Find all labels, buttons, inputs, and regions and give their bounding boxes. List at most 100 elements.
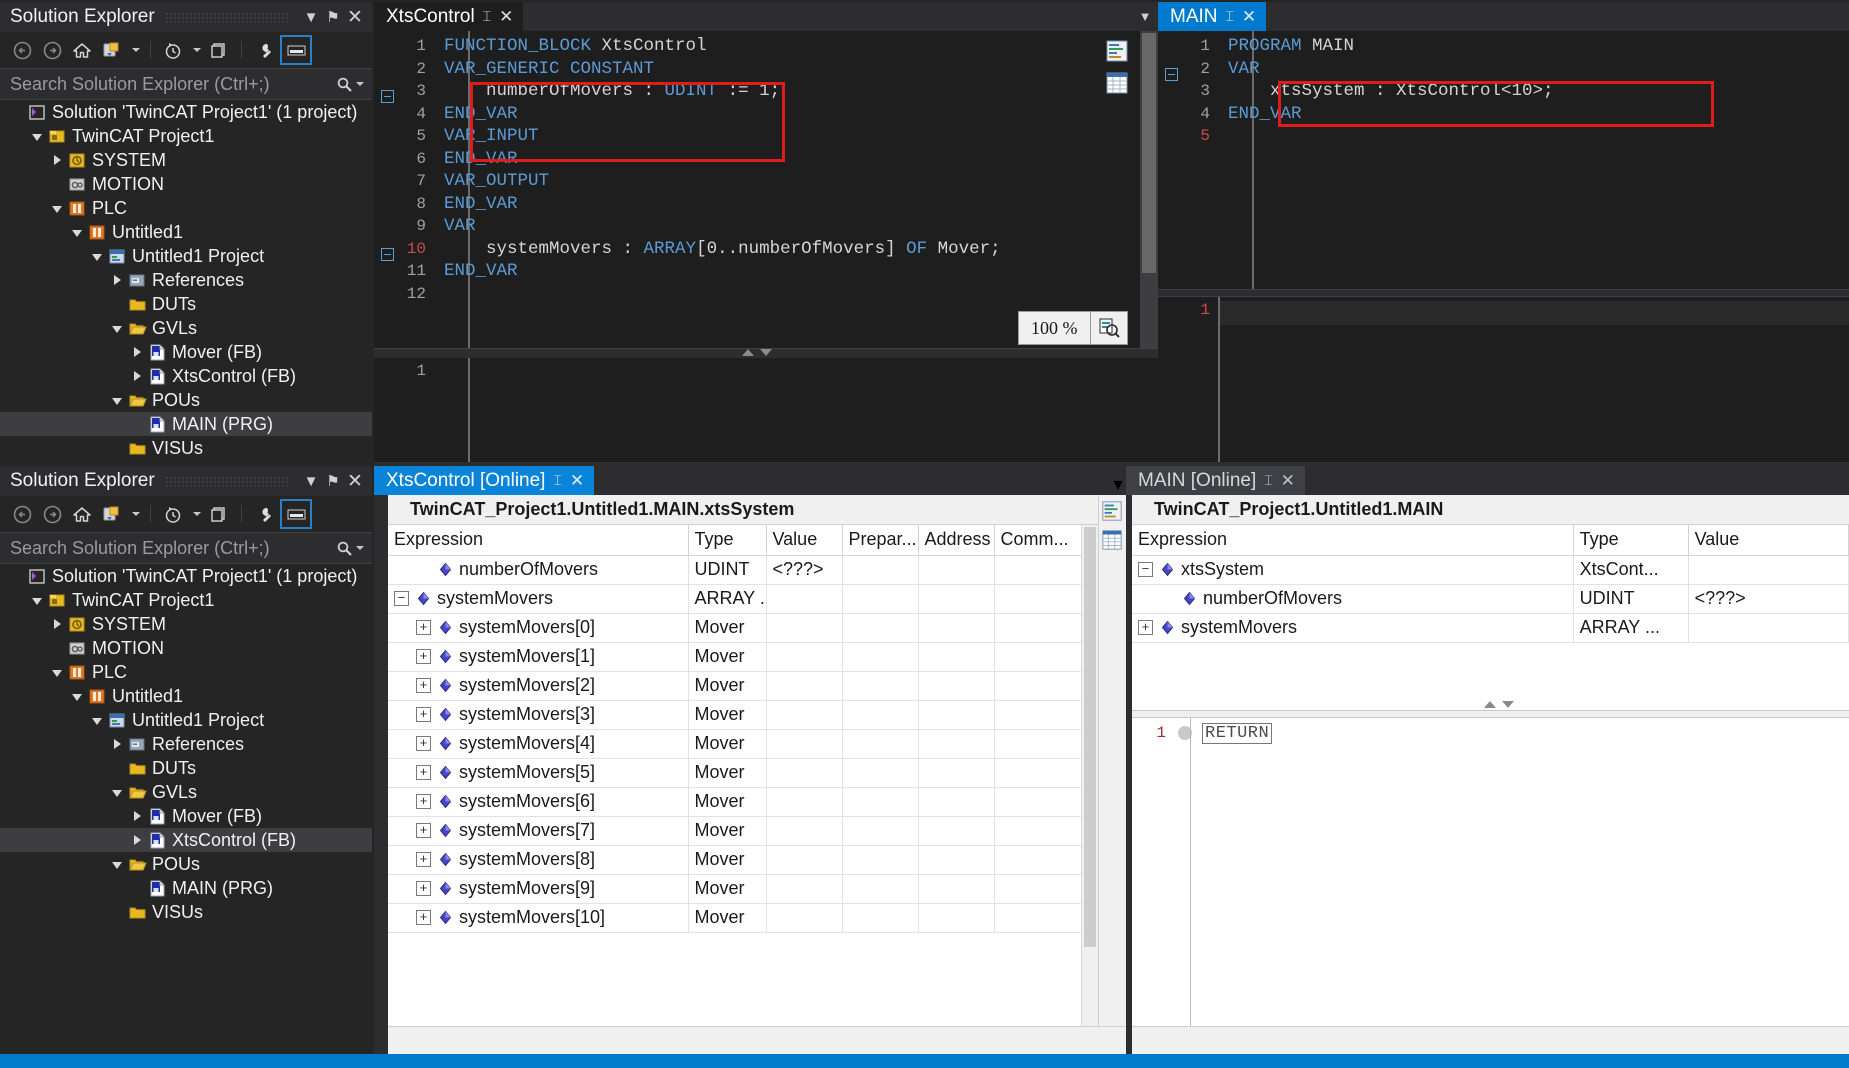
pending-changes-filter-icon[interactable] (159, 501, 187, 527)
code-line[interactable]: 5 VAR_INPUT (374, 125, 1158, 148)
expand-plus-icon[interactable]: + (1138, 620, 1153, 635)
type-cell[interactable]: Mover (688, 613, 767, 643)
preview-selected-items-icon[interactable] (280, 499, 312, 529)
tree-expander-collapsed-icon[interactable] (48, 155, 66, 165)
show-all-files-icon[interactable] (205, 37, 233, 63)
expression-cell[interactable]: + systemMovers[5] (388, 758, 689, 788)
code-line[interactable]: 1 PROGRAM MAIN (1158, 35, 1849, 58)
expression-cell[interactable]: + systemMovers[10] (388, 903, 689, 933)
search-dropdown-caret-icon[interactable] (356, 82, 364, 86)
tree-item-motion[interactable]: MOTION (0, 172, 372, 196)
comment-cell[interactable] (994, 903, 1082, 933)
splitter-resize-arrows[interactable] (742, 349, 772, 356)
tree-item-solution-twincat-project1-1-project[interactable]: Solution 'TwinCAT Project1' (1 project) (0, 100, 372, 124)
main-code-lines[interactable]: 1 PROGRAM MAIN 2 VAR 3 xtsSystem : XtsContro… (1158, 31, 1849, 289)
xtscontrol-code-area[interactable]: 1 FUNCTION_BLOCK XtsControl 2 VAR_GENERIC C… (374, 31, 1158, 348)
column-header[interactable]: Type (1573, 525, 1689, 556)
tree-item-twincat-project1[interactable]: TwinCAT Project1 (0, 588, 372, 612)
table-row[interactable]: + systemMovers[6] Mover (388, 787, 1082, 817)
expand-plus-icon[interactable]: + (416, 823, 431, 838)
code-line[interactable]: 3 numberOfMovers : UDINT := 1; (374, 80, 1158, 103)
solution-tree-bottom[interactable]: Solution 'TwinCAT Project1' (1 project) T… (0, 564, 372, 1058)
type-cell[interactable]: XtsCont... (1573, 555, 1689, 585)
main-online-return-line[interactable]: 1 RETURN (1132, 718, 1849, 748)
expression-cell[interactable]: + systemMovers[1] (388, 642, 689, 672)
main-implementation-pane[interactable]: 1 (1158, 297, 1849, 462)
back-arrow-icon[interactable] (8, 501, 36, 527)
expression-cell[interactable]: numberOfMovers (1132, 584, 1574, 614)
value-cell[interactable]: <???> (766, 555, 843, 585)
expand-plus-icon[interactable]: + (416, 707, 431, 722)
type-cell[interactable]: Mover (688, 787, 767, 817)
tab-main-online[interactable]: MAIN [Online] ⌶ ✕ (1126, 466, 1305, 495)
code-outline-icon[interactable] (1102, 37, 1132, 65)
value-cell[interactable] (766, 613, 843, 643)
splitter-down-arrow-icon[interactable] (1502, 701, 1514, 708)
expression-cell[interactable]: − systemMovers (388, 584, 689, 614)
tree-item-gvls[interactable]: GVLs (0, 316, 372, 340)
tree-expander-expanded-icon[interactable] (28, 595, 46, 605)
value-cell[interactable] (1688, 555, 1849, 585)
tree-expander-expanded-icon[interactable] (108, 787, 126, 797)
zoom-level-value[interactable]: 100 % (1019, 312, 1091, 344)
online-table-view-icon[interactable] (1099, 527, 1125, 553)
address-cell[interactable] (918, 903, 995, 933)
value-cell[interactable] (766, 584, 843, 614)
expand-plus-icon[interactable]: + (416, 736, 431, 751)
tab-close-icon[interactable]: ✕ (499, 7, 513, 27)
type-cell[interactable]: Mover (688, 758, 767, 788)
tree-item-main-prg[interactable]: MAIN (PRG) (0, 876, 372, 900)
tree-expander-collapsed-icon[interactable] (128, 347, 146, 357)
type-cell[interactable]: Mover (688, 903, 767, 933)
search-input[interactable] (10, 73, 333, 95)
tree-item-visus[interactable]: VISUs (0, 900, 372, 924)
tree-item-untitled1-project[interactable]: Untitled1 Project (0, 708, 372, 732)
prepared-cell[interactable] (842, 700, 919, 730)
tabstrip-overflow-caret-icon[interactable]: ▼ (1132, 2, 1158, 31)
tab-main[interactable]: MAIN ⌶ ✕ (1158, 2, 1267, 31)
sync-dropdown-caret-icon[interactable] (128, 37, 142, 63)
tree-item-system[interactable]: SYSTEM (0, 148, 372, 172)
tree-expander-expanded-icon[interactable] (28, 131, 46, 141)
tree-item-mover-fb[interactable]: Mover (FB) (0, 340, 372, 364)
main-code-area[interactable]: 1 PROGRAM MAIN 2 VAR 3 xtsSystem : XtsContro… (1158, 31, 1849, 289)
prepared-cell[interactable] (842, 758, 919, 788)
table-row[interactable]: + systemMovers[10] Mover (388, 903, 1082, 933)
code-line[interactable]: 9 VAR (374, 215, 1158, 238)
value-cell[interactable] (766, 845, 843, 875)
value-cell[interactable] (766, 816, 843, 846)
column-header[interactable]: Expression (388, 525, 689, 556)
tree-item-main-prg[interactable]: MAIN (PRG) (0, 412, 372, 436)
address-cell[interactable] (918, 555, 995, 585)
value-cell[interactable] (766, 903, 843, 933)
tree-expander-expanded-icon[interactable] (108, 859, 126, 869)
code-table-view-icon[interactable] (1102, 69, 1132, 97)
value-cell[interactable] (766, 700, 843, 730)
tab-close-icon[interactable]: ✕ (1281, 471, 1295, 491)
type-cell[interactable]: Mover (688, 816, 767, 846)
solution-explorer-bottom-search[interactable] (0, 532, 372, 564)
expression-cell[interactable]: numberOfMovers (388, 555, 689, 585)
search-input[interactable] (10, 537, 333, 559)
column-header[interactable]: Value (1688, 525, 1849, 556)
filter-dropdown-caret-icon[interactable] (189, 37, 203, 63)
type-cell[interactable]: ARRAY ... (688, 584, 767, 614)
value-cell[interactable] (766, 642, 843, 672)
tree-item-duts[interactable]: DUTs (0, 756, 372, 780)
tree-item-duts[interactable]: DUTs (0, 292, 372, 316)
comment-cell[interactable] (994, 758, 1082, 788)
collapse-minus-icon[interactable]: − (1138, 562, 1153, 577)
type-cell[interactable]: Mover (688, 874, 767, 904)
expand-plus-icon[interactable]: + (416, 678, 431, 693)
table-row[interactable]: + systemMovers[1] Mover (388, 642, 1082, 672)
table-row[interactable]: + systemMovers[2] Mover (388, 671, 1082, 701)
preview-selected-items-icon[interactable] (280, 35, 312, 65)
prepared-cell[interactable] (842, 555, 919, 585)
panel-close-icon[interactable]: ✕ (344, 6, 366, 28)
fold-toggle-line9[interactable] (381, 248, 394, 261)
prepared-cell[interactable] (842, 845, 919, 875)
code-line[interactable]: 12 (374, 283, 1158, 306)
table-row[interactable]: numberOfMovers UDINT <???> (1132, 584, 1849, 614)
splitter-up-arrow-icon[interactable] (1484, 701, 1496, 708)
code-line[interactable]: 3 xtsSystem : XtsControl<10>; (1158, 80, 1849, 103)
